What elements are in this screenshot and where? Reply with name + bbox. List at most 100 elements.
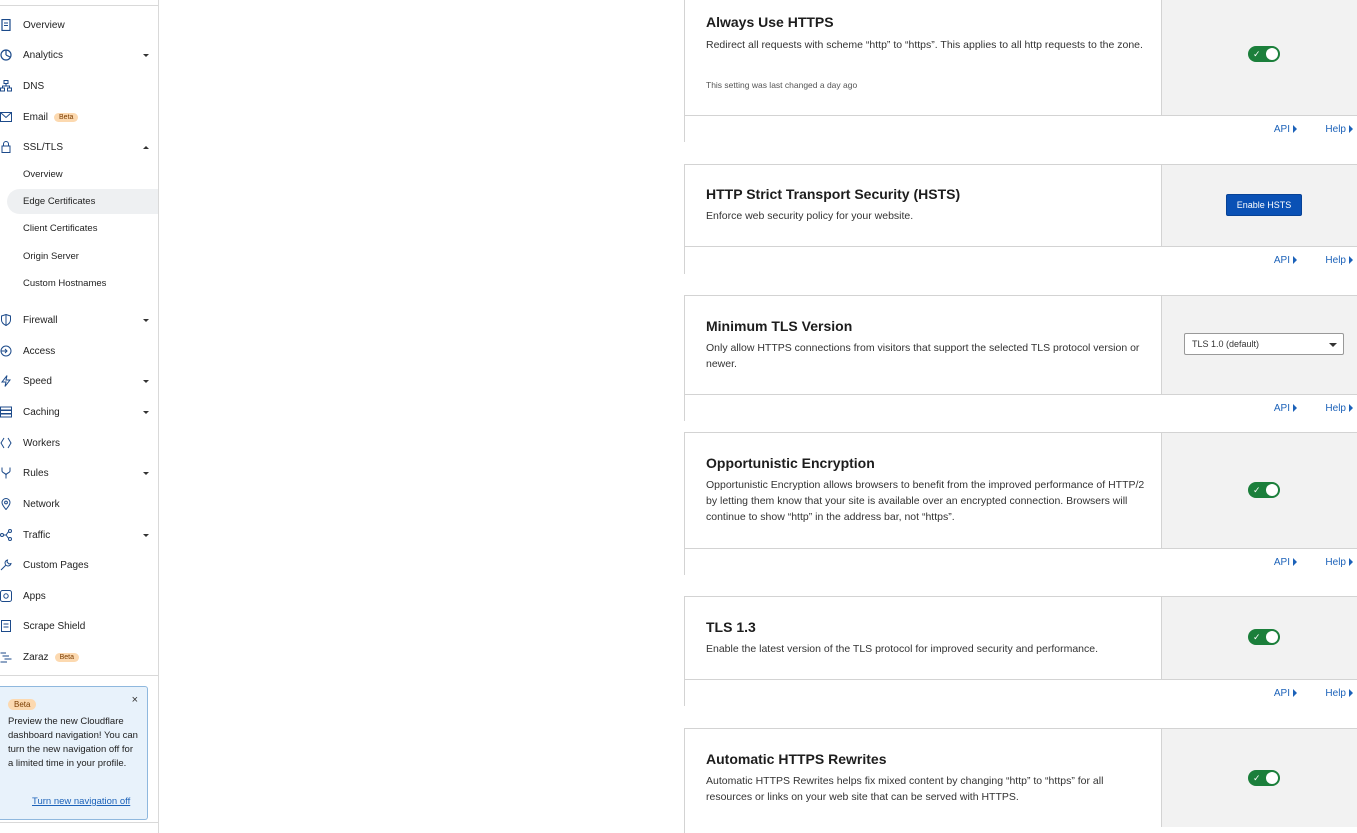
sidebar-subitem-custom-hostnames[interactable]: Custom Hostnames: [0, 271, 158, 296]
sidebar-item-ssl-tls[interactable]: SSL/TLS: [0, 133, 158, 161]
card-footer: API Help: [685, 394, 1357, 422]
card-body: Opportunistic Encryption Opportunistic E…: [685, 433, 1162, 548]
help-link[interactable]: Help: [1325, 403, 1353, 414]
sidebar-subitem-client-certificates[interactable]: Client Certificates: [0, 216, 158, 241]
api-link[interactable]: API: [1274, 557, 1297, 568]
sidebar-subitem-overview[interactable]: Overview: [0, 162, 158, 187]
sidebar-item-caching[interactable]: Caching: [0, 398, 158, 426]
sidebar-item-firewall[interactable]: Firewall: [0, 306, 158, 334]
sidebar-item-workers[interactable]: Workers: [0, 429, 158, 457]
sidebar-item-label: Email: [23, 111, 49, 123]
sidebar: Overview Analytics DNS Email Beta SSL/TLS…: [0, 0, 159, 833]
always-use-https-toggle[interactable]: ✓: [1248, 46, 1280, 62]
sidebar-subitem-origin-server[interactable]: Origin Server: [0, 244, 158, 269]
api-link[interactable]: API: [1274, 403, 1297, 414]
sidebar-item-zaraz[interactable]: Zaraz Beta: [0, 643, 158, 671]
wrench-icon: [0, 559, 12, 571]
sidebar-subitem-edge-certificates[interactable]: Edge Certificates: [7, 189, 158, 214]
help-link[interactable]: Help: [1325, 688, 1353, 699]
toggle-knob: [1266, 484, 1278, 496]
sidebar-item-label: Access: [23, 345, 56, 357]
sidebar-item-traffic[interactable]: Traffic: [0, 521, 158, 549]
lock-icon: [0, 141, 12, 153]
card-control: ✓: [1162, 433, 1357, 548]
card-title: Automatic HTTPS Rewrites: [706, 751, 887, 767]
sidebar-item-label: Apps: [23, 590, 46, 602]
sidebar-item-label: Workers: [23, 437, 61, 449]
api-link-label: API: [1273, 255, 1290, 266]
api-link[interactable]: API: [1274, 124, 1297, 135]
caret-right-icon: [1349, 558, 1353, 566]
sidebar-item-analytics[interactable]: Analytics: [0, 41, 158, 69]
hsts-card: HTTP Strict Transport Security (HSTS) En…: [684, 164, 1357, 274]
beta-badge: Beta: [54, 652, 79, 662]
enable-hsts-button[interactable]: Enable HSTS: [1226, 194, 1302, 216]
sidebar-item-label: Analytics: [23, 49, 64, 61]
card-description: Enforce web security policy for your web…: [706, 210, 914, 222]
api-link-label: API: [1273, 403, 1290, 414]
location-pin-icon: [0, 498, 12, 510]
help-link[interactable]: Help: [1325, 557, 1353, 568]
chevron-up-icon: [143, 145, 149, 149]
fork-icon: [0, 467, 12, 479]
sidebar-item-label: Speed: [23, 375, 52, 387]
card-title: Minimum TLS Version: [706, 318, 853, 334]
caret-right-icon: [1293, 404, 1297, 412]
select-value: TLS 1.0 (default): [1192, 339, 1260, 349]
card-title: Always Use HTTPS: [706, 14, 834, 30]
minimum-tls-version-card: Minimum TLS Version Only allow HTTPS con…: [684, 295, 1357, 422]
divider: [0, 5, 158, 6]
sidebar-item-label: Traffic: [23, 529, 51, 541]
divider: [0, 675, 158, 676]
card-description: Enable the latest version of the TLS pro…: [706, 643, 1099, 655]
opportunistic-encryption-toggle[interactable]: ✓: [1248, 482, 1280, 498]
close-icon[interactable]: ×: [132, 695, 138, 706]
card-control: ✓: [1162, 597, 1357, 679]
chevron-down-icon: [143, 533, 149, 537]
chevron-down-icon: [143, 379, 149, 383]
check-icon: ✓: [1253, 632, 1261, 642]
sidebar-item-access[interactable]: Access: [0, 337, 158, 365]
help-link[interactable]: Help: [1325, 124, 1353, 135]
card-title: HTTP Strict Transport Security (HSTS): [706, 186, 961, 202]
sidebar-item-network[interactable]: Network: [0, 490, 158, 518]
divider: [0, 822, 158, 823]
sidebar-item-label: DNS: [23, 80, 45, 92]
automatic-https-rewrites-toggle[interactable]: ✓: [1248, 770, 1280, 786]
card-title: Opportunistic Encryption: [706, 455, 875, 471]
caret-right-icon: [1293, 558, 1297, 566]
sidebar-item-rules[interactable]: Rules: [0, 459, 158, 487]
sidebar-item-label: Rules: [23, 467, 49, 479]
sidebar-item-custom-pages[interactable]: Custom Pages: [0, 551, 158, 579]
always-use-https-card: Always Use HTTPS Redirect all requests w…: [684, 0, 1357, 143]
tls-1-3-toggle[interactable]: ✓: [1248, 629, 1280, 645]
workers-icon: [0, 437, 12, 449]
turn-off-navigation-link[interactable]: Turn new navigation off: [32, 796, 130, 807]
card-footer: API Help: [685, 679, 1357, 707]
caret-right-icon: [1293, 256, 1297, 264]
card-body: HTTP Strict Transport Security (HSTS) En…: [685, 165, 1162, 246]
api-link[interactable]: API: [1274, 688, 1297, 699]
sidebar-item-scrape-shield[interactable]: Scrape Shield: [0, 612, 158, 640]
caret-right-icon: [1349, 689, 1353, 697]
sidebar-item-email[interactable]: Email Beta: [0, 103, 158, 131]
card-body: TLS 1.3 Enable the latest version of the…: [685, 597, 1162, 679]
chevron-down-icon: [143, 318, 149, 322]
card-footer: API Help: [685, 246, 1357, 274]
toggle-knob: [1266, 48, 1278, 60]
card-footer: API Help: [685, 115, 1357, 143]
sidebar-item-apps[interactable]: Apps: [0, 582, 158, 610]
sidebar-item-label: Caching: [23, 406, 60, 418]
sidebar-item-dns[interactable]: DNS: [0, 72, 158, 100]
help-link[interactable]: Help: [1325, 255, 1353, 266]
tls-version-select[interactable]: TLS 1.0 (default): [1184, 333, 1344, 355]
card-description: Opportunistic Encryption allows browsers…: [706, 479, 1145, 523]
zaraz-icon: [0, 651, 12, 663]
sidebar-item-label: SSL/TLS: [23, 141, 64, 153]
help-link-label: Help: [1325, 688, 1346, 699]
api-link[interactable]: API: [1274, 255, 1297, 266]
sidebar-item-overview[interactable]: Overview: [0, 11, 158, 39]
api-link-label: API: [1273, 124, 1290, 135]
card-control: Enable HSTS: [1162, 165, 1357, 246]
sidebar-item-speed[interactable]: Speed: [0, 367, 158, 395]
